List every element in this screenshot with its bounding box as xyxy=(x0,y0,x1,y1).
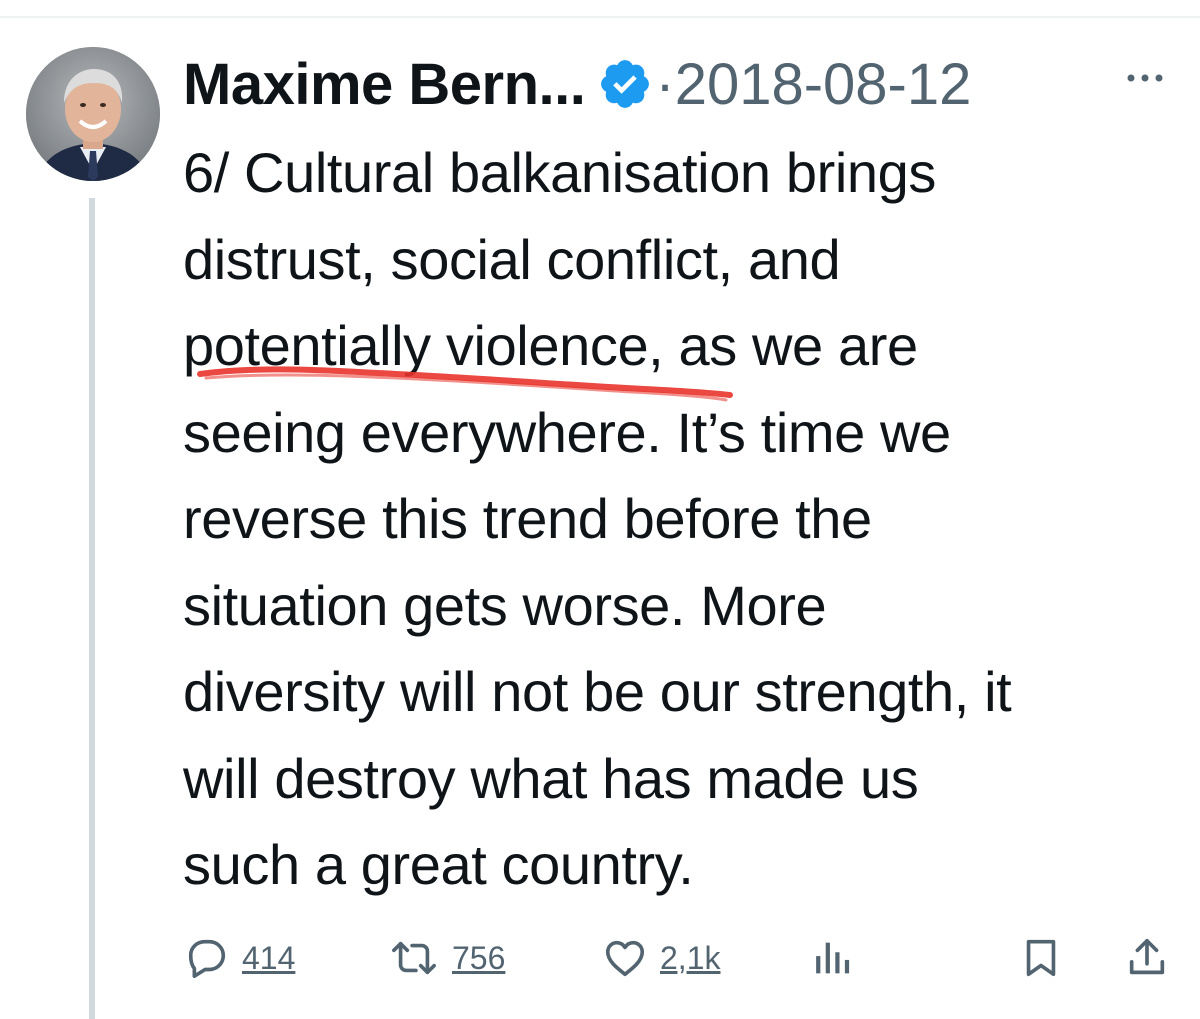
display-name[interactable]: Maxime Bern... xyxy=(183,51,586,118)
avatar[interactable] xyxy=(26,47,160,181)
bookmark-icon xyxy=(1026,939,1056,977)
retweet-button[interactable]: 756 xyxy=(388,930,505,986)
like-count[interactable]: 2,1k xyxy=(660,940,720,977)
like-button[interactable]: 2,1k xyxy=(602,930,720,986)
tweet-text: 6/ Cultural balkanisation brings distrus… xyxy=(183,141,1012,896)
share-button[interactable] xyxy=(1124,930,1170,986)
share-icon xyxy=(1129,938,1165,975)
bookmark-button[interactable] xyxy=(1018,930,1064,986)
verified-badge-icon xyxy=(597,56,653,112)
more-icon[interactable] xyxy=(1122,66,1168,90)
action-bar: 414 756 2,1k xyxy=(0,930,1200,986)
reply-icon xyxy=(188,939,226,979)
retweet-count[interactable]: 756 xyxy=(452,940,505,977)
separator-dot: · xyxy=(655,51,675,117)
like-icon xyxy=(605,940,645,977)
tweet-date[interactable]: 2018-08-12 xyxy=(675,51,972,118)
views-icon xyxy=(816,942,850,974)
reply-count[interactable]: 414 xyxy=(242,940,295,977)
thread-line xyxy=(89,198,95,1019)
tweet-header: Maxime Bern... · 2018-08-12 xyxy=(183,44,971,124)
reply-button[interactable]: 414 xyxy=(184,930,295,986)
avatar-photo xyxy=(26,47,160,181)
retweet-icon xyxy=(392,941,436,975)
views-button[interactable] xyxy=(810,930,856,986)
top-divider xyxy=(0,16,1200,18)
